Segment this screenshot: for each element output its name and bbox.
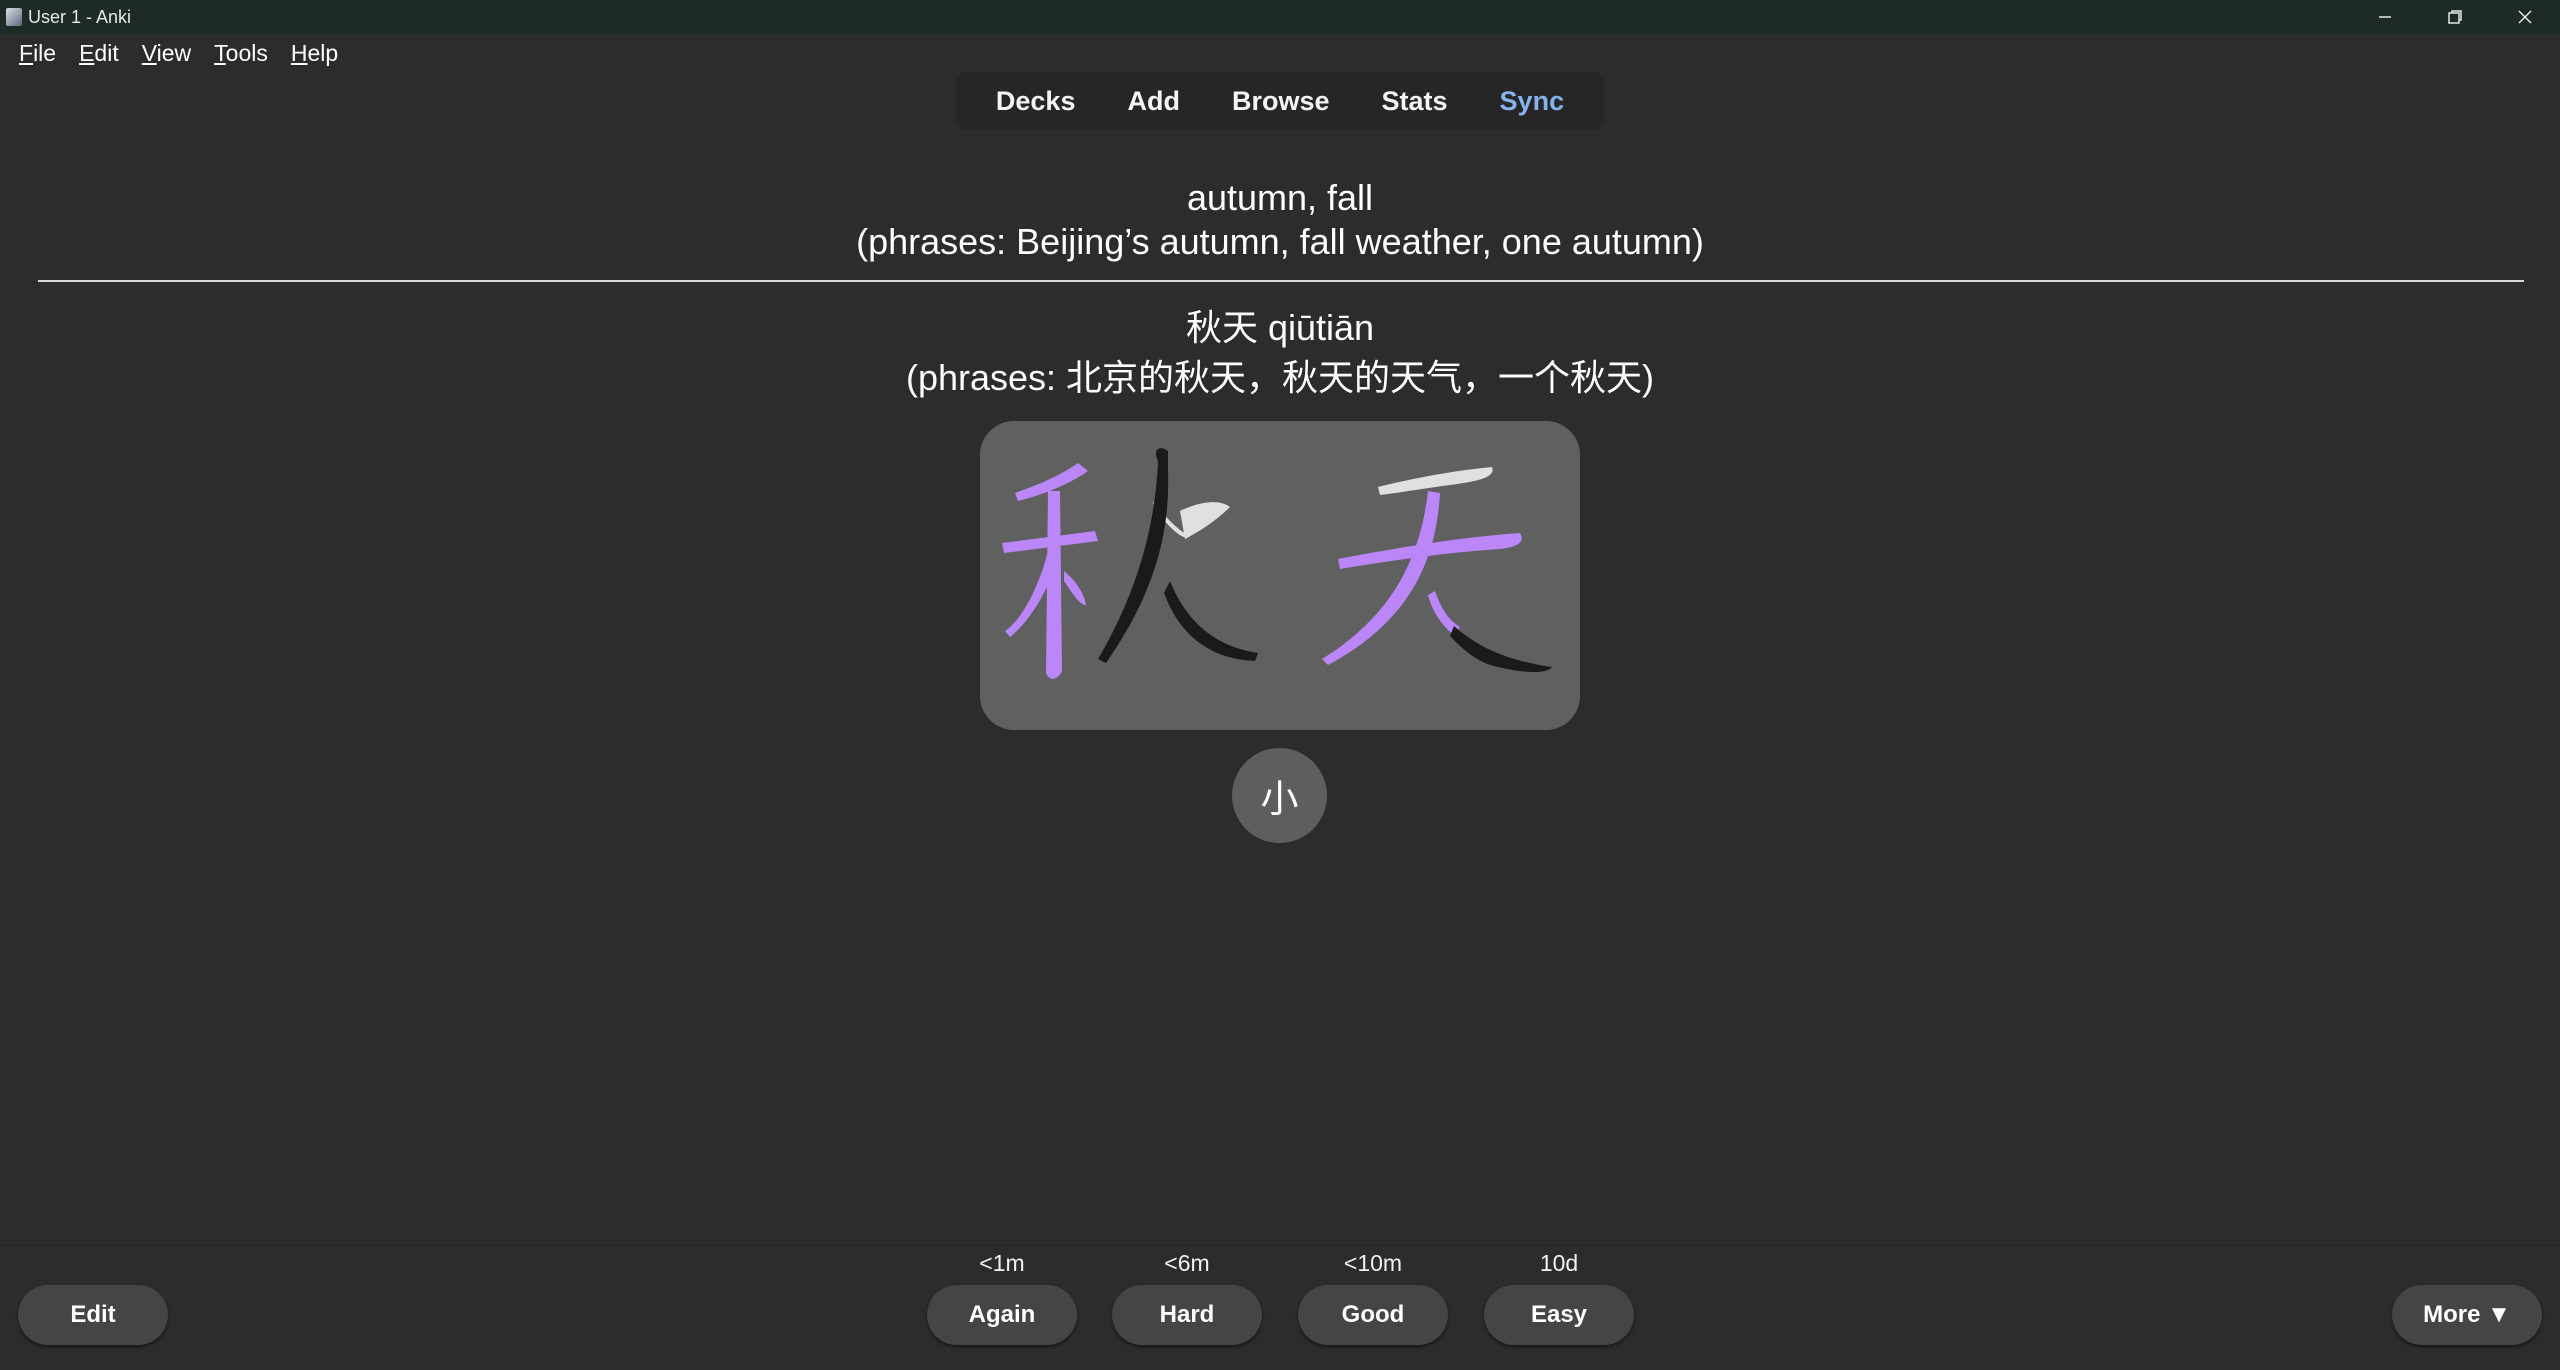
toolbar-decks[interactable]: Decks <box>970 86 1102 117</box>
window-controls <box>2350 0 2560 34</box>
menu-file[interactable]: File <box>19 40 56 67</box>
menu-edit[interactable]: Edit <box>79 40 119 67</box>
qiu-stroke-7 <box>1098 448 1169 663</box>
card-front: autumn, fall (phrases: Beijing’s autumn,… <box>0 130 2560 264</box>
card-front-meaning: autumn, fall <box>1186 177 1374 218</box>
close-icon[interactable] <box>2490 0 2560 34</box>
qiu-stroke-8 <box>1164 581 1258 661</box>
answer-divider <box>38 280 2524 282</box>
card-front-phrases: (phrases: Beijing’s autumn, fall weather… <box>856 221 1704 262</box>
card-back-hanzi-pinyin: 秋天 qiūtiān <box>1185 307 1375 348</box>
good-button[interactable]: Good <box>1298 1285 1448 1345</box>
tian-stroke-3 <box>1322 491 1440 665</box>
minimize-icon[interactable] <box>2350 0 2420 34</box>
answer-bar: Edit <1m Again <6m Hard <10m Good 10d Ea… <box>0 1245 2560 1370</box>
again-interval: <1m <box>979 1250 1025 1276</box>
top-toolbar: Decks Add Browse Stats Sync <box>955 72 1605 130</box>
toolbar-browse[interactable]: Browse <box>1206 86 1356 117</box>
easy-button[interactable]: Easy <box>1484 1285 1634 1345</box>
qiu-stroke-5 <box>1064 571 1086 605</box>
toolbar-stats[interactable]: Stats <box>1356 86 1474 117</box>
top-toolbar-wrap: Decks Add Browse Stats Sync <box>0 72 2560 130</box>
window-title: User 1 - Anki <box>28 6 132 27</box>
easy-interval: 10d <box>1539 1250 1579 1276</box>
hard-interval: <6m <box>1164 1250 1210 1276</box>
character-tian <box>1322 467 1552 673</box>
qiu-stroke-9 <box>1180 502 1230 539</box>
again-button[interactable]: Again <box>927 1285 1077 1345</box>
toolbar-add[interactable]: Add <box>1101 86 1205 117</box>
good-interval: <10m <box>1343 1250 1403 1276</box>
restore-icon[interactable] <box>2420 0 2490 34</box>
stroke-order-canvas <box>1002 448 1552 679</box>
anki-logo-icon <box>6 8 22 26</box>
toolbar-sync[interactable]: Sync <box>1474 86 1591 117</box>
audio-play-button[interactable]: 小 <box>1232 748 1327 843</box>
more-button[interactable]: More ▼ <box>2392 1285 2542 1345</box>
menu-tools[interactable]: Tools <box>214 40 268 67</box>
title-bar: User 1 - Anki <box>0 0 2560 34</box>
menu-view[interactable]: View <box>142 40 191 67</box>
character-qiu <box>1002 448 1258 679</box>
tian-stroke-4-rest <box>1450 626 1552 673</box>
menu-bar: File Edit View Tools Help <box>0 34 2560 72</box>
tian-stroke-1 <box>1378 467 1493 495</box>
edit-button[interactable]: Edit <box>18 1285 168 1345</box>
stroke-order-display <box>980 421 1580 730</box>
hard-button[interactable]: Hard <box>1112 1285 1262 1345</box>
menu-help[interactable]: Help <box>291 40 338 67</box>
qiu-stroke-3 <box>1046 491 1062 679</box>
card-back-phrases: (phrases: 北京的秋天，秋天的天气，一个秋天) <box>905 357 1655 398</box>
